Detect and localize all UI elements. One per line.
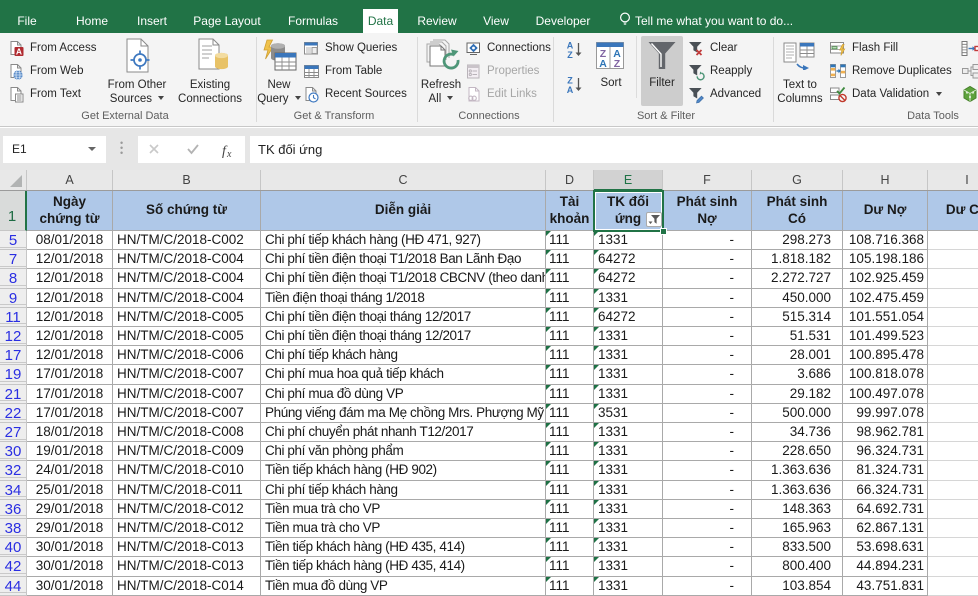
svg-text:Z: Z: [567, 76, 573, 86]
svg-text:A: A: [567, 41, 574, 51]
svg-text:A: A: [599, 58, 607, 69]
svg-text:Z: Z: [614, 58, 621, 69]
svg-text:x: x: [226, 149, 232, 160]
svg-text:A: A: [567, 85, 574, 95]
svg-text:A: A: [16, 46, 22, 56]
svg-text:Z: Z: [567, 50, 573, 60]
